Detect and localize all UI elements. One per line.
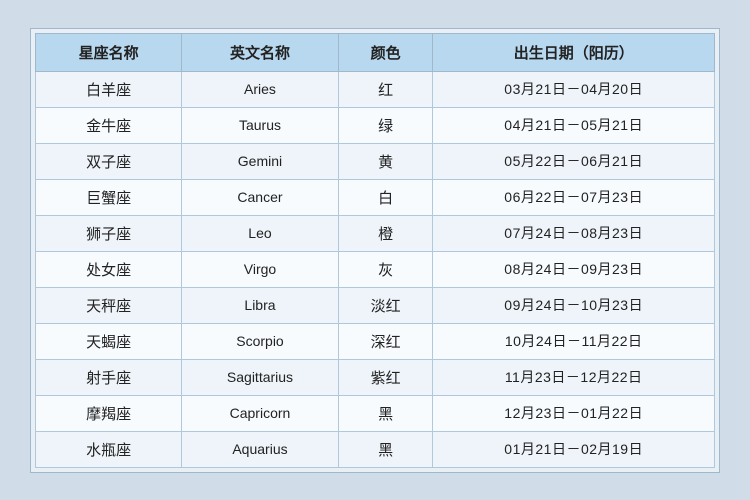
cell-date: 08月24日－09月23日 — [433, 251, 715, 287]
cell-english-name: Libra — [182, 287, 339, 323]
cell-english-name: Aries — [182, 71, 339, 107]
cell-color: 灰 — [338, 251, 433, 287]
table-row: 射手座Sagittarius紫红11月23日－12月22日 — [36, 359, 715, 395]
cell-date: 09月24日－10月23日 — [433, 287, 715, 323]
cell-date: 03月21日－04月20日 — [433, 71, 715, 107]
cell-color: 黄 — [338, 143, 433, 179]
cell-english-name: Taurus — [182, 107, 339, 143]
table-row: 摩羯座Capricorn黑12月23日－01月22日 — [36, 395, 715, 431]
cell-date: 04月21日－05月21日 — [433, 107, 715, 143]
table-row: 水瓶座Aquarius黑01月21日－02月19日 — [36, 431, 715, 467]
col-header-chinese: 星座名称 — [36, 33, 182, 71]
cell-chinese-name: 射手座 — [36, 359, 182, 395]
cell-color: 绿 — [338, 107, 433, 143]
cell-date: 05月22日－06月21日 — [433, 143, 715, 179]
cell-chinese-name: 双子座 — [36, 143, 182, 179]
cell-english-name: Aquarius — [182, 431, 339, 467]
cell-english-name: Gemini — [182, 143, 339, 179]
cell-english-name: Sagittarius — [182, 359, 339, 395]
cell-chinese-name: 天蝎座 — [36, 323, 182, 359]
cell-date: 01月21日－02月19日 — [433, 431, 715, 467]
cell-chinese-name: 金牛座 — [36, 107, 182, 143]
table-row: 处女座Virgo灰08月24日－09月23日 — [36, 251, 715, 287]
cell-chinese-name: 白羊座 — [36, 71, 182, 107]
table-row: 天秤座Libra淡红09月24日－10月23日 — [36, 287, 715, 323]
cell-color: 淡红 — [338, 287, 433, 323]
table-row: 双子座Gemini黄05月22日－06月21日 — [36, 143, 715, 179]
cell-english-name: Cancer — [182, 179, 339, 215]
table-row: 巨蟹座Cancer白06月22日－07月23日 — [36, 179, 715, 215]
cell-color: 白 — [338, 179, 433, 215]
cell-color: 黑 — [338, 395, 433, 431]
cell-chinese-name: 水瓶座 — [36, 431, 182, 467]
zodiac-table: 星座名称 英文名称 颜色 出生日期（阳历） 白羊座Aries红03月21日－04… — [35, 33, 715, 468]
table-row: 金牛座Taurus绿04月21日－05月21日 — [36, 107, 715, 143]
table-header-row: 星座名称 英文名称 颜色 出生日期（阳历） — [36, 33, 715, 71]
cell-color: 橙 — [338, 215, 433, 251]
cell-date: 12月23日－01月22日 — [433, 395, 715, 431]
cell-date: 10月24日－11月22日 — [433, 323, 715, 359]
cell-english-name: Leo — [182, 215, 339, 251]
cell-english-name: Scorpio — [182, 323, 339, 359]
col-header-date: 出生日期（阳历） — [433, 33, 715, 71]
table-row: 白羊座Aries红03月21日－04月20日 — [36, 71, 715, 107]
cell-color: 黑 — [338, 431, 433, 467]
cell-chinese-name: 巨蟹座 — [36, 179, 182, 215]
table-row: 狮子座Leo橙07月24日－08月23日 — [36, 215, 715, 251]
cell-chinese-name: 处女座 — [36, 251, 182, 287]
cell-english-name: Capricorn — [182, 395, 339, 431]
cell-date: 11月23日－12月22日 — [433, 359, 715, 395]
cell-date: 07月24日－08月23日 — [433, 215, 715, 251]
zodiac-table-container: 星座名称 英文名称 颜色 出生日期（阳历） 白羊座Aries红03月21日－04… — [30, 28, 720, 473]
cell-chinese-name: 天秤座 — [36, 287, 182, 323]
cell-color: 深红 — [338, 323, 433, 359]
cell-chinese-name: 摩羯座 — [36, 395, 182, 431]
cell-date: 06月22日－07月23日 — [433, 179, 715, 215]
cell-color: 红 — [338, 71, 433, 107]
cell-chinese-name: 狮子座 — [36, 215, 182, 251]
cell-english-name: Virgo — [182, 251, 339, 287]
cell-color: 紫红 — [338, 359, 433, 395]
table-row: 天蝎座Scorpio深红10月24日－11月22日 — [36, 323, 715, 359]
col-header-english: 英文名称 — [182, 33, 339, 71]
table-body: 白羊座Aries红03月21日－04月20日金牛座Taurus绿04月21日－0… — [36, 71, 715, 467]
col-header-color: 颜色 — [338, 33, 433, 71]
